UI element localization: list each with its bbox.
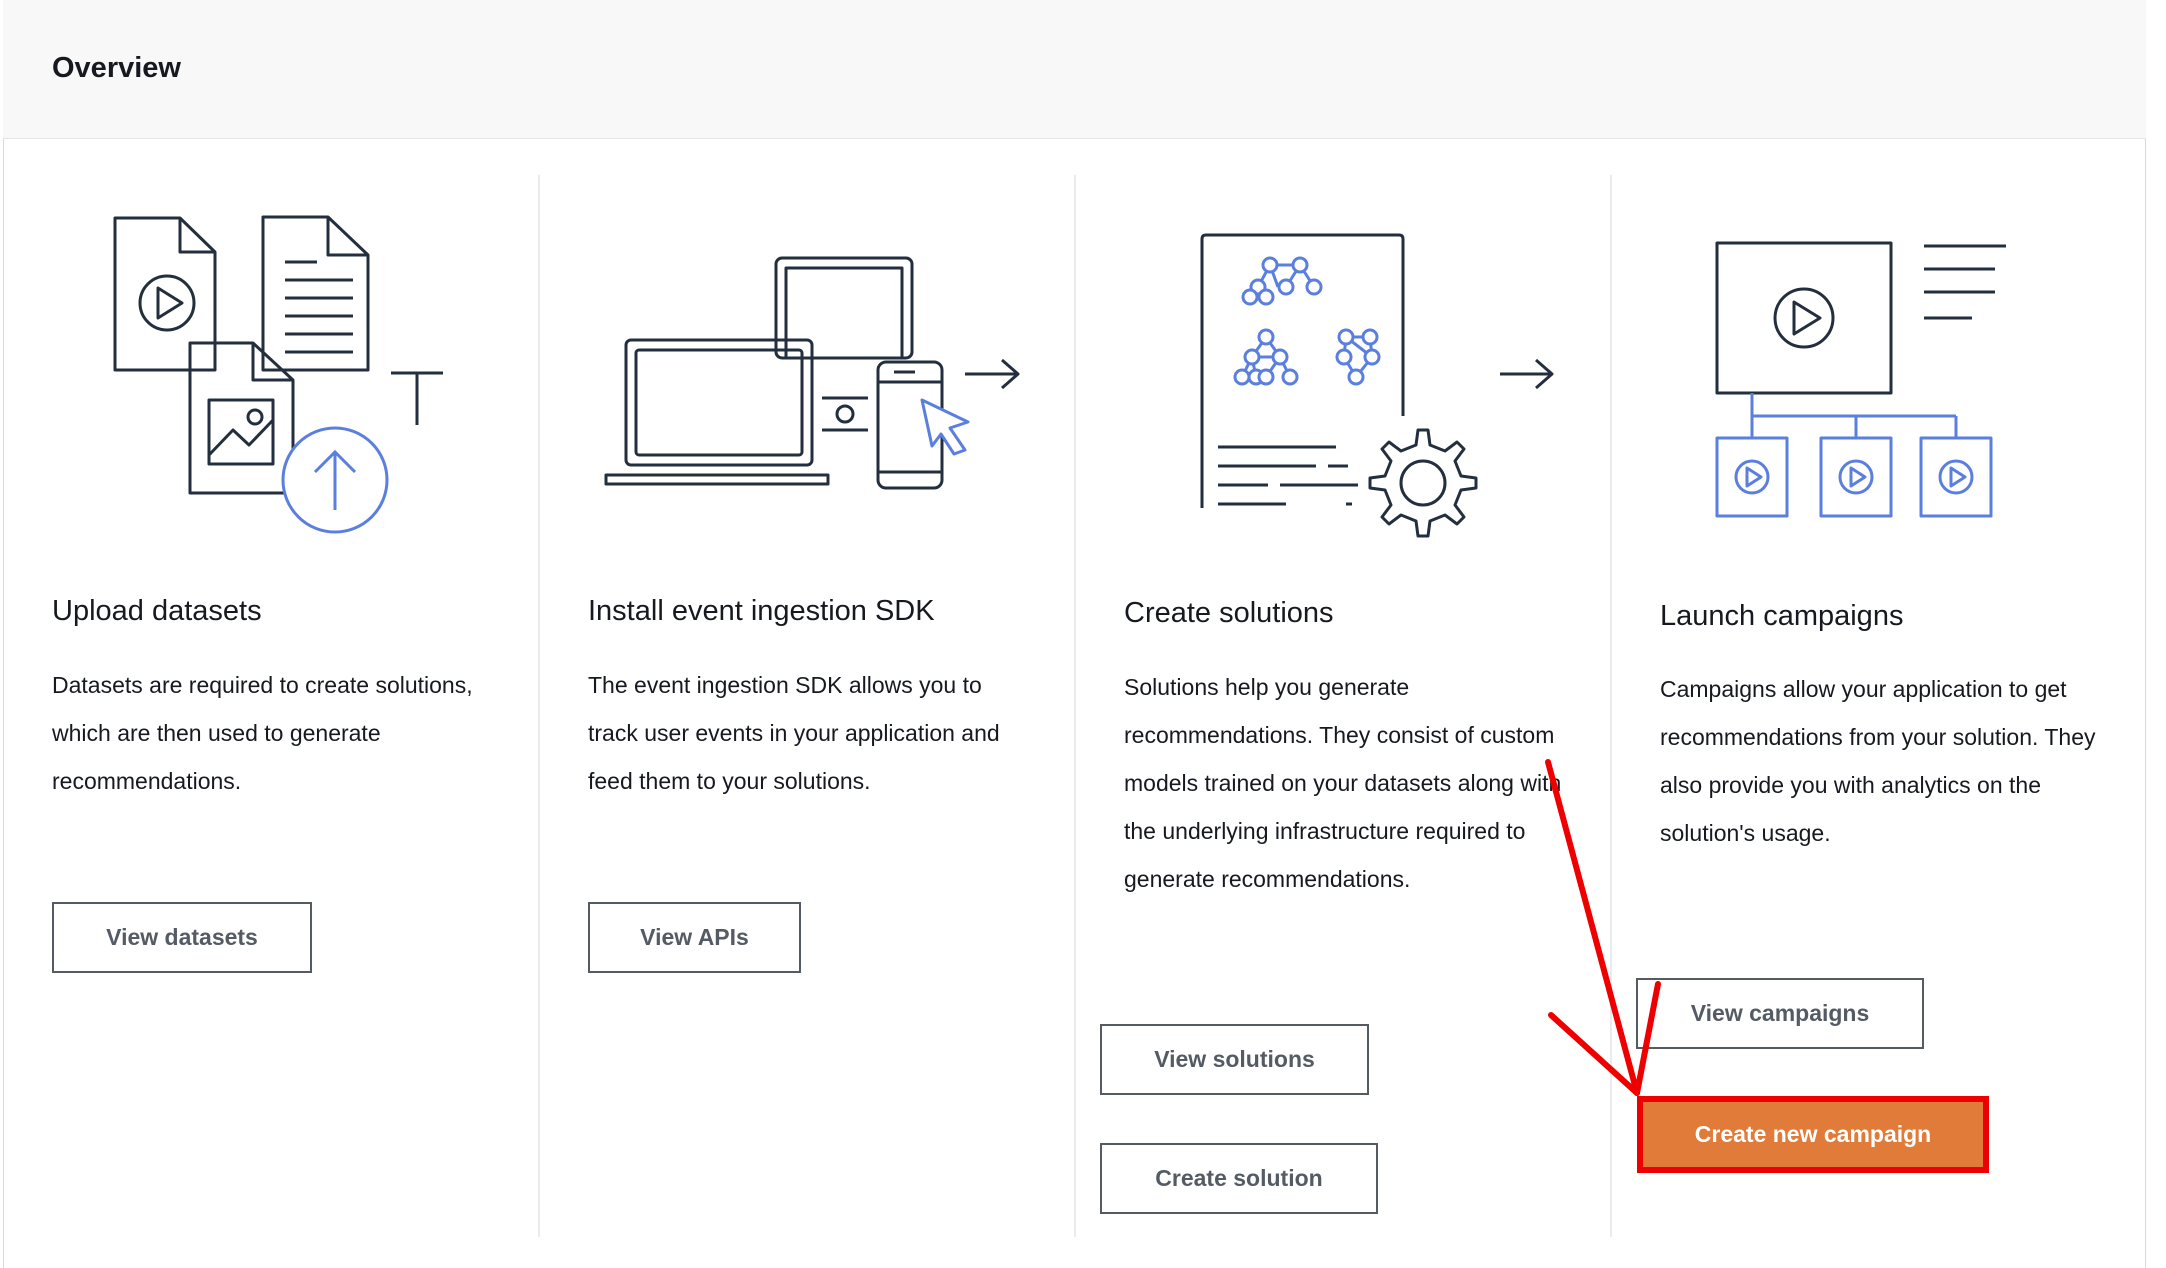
column-divider [1074,175,1076,1237]
card-title: Create solutions [1124,597,1334,629]
card-title: Install event ingestion SDK [588,595,935,627]
view-campaigns-button[interactable]: View campaigns [1636,978,1924,1049]
card-title: Launch campaigns [1660,600,1904,632]
overview-header: Overview [3,0,2146,139]
card-title: Upload datasets [52,595,262,627]
page-title: Overview [52,52,181,84]
create-solution-button[interactable]: Create solution [1100,1143,1378,1214]
view-apis-button[interactable]: View APIs [588,902,801,973]
view-solutions-button[interactable]: View solutions [1100,1024,1369,1095]
view-datasets-button[interactable]: View datasets [52,902,312,973]
card-description: Campaigns allow your application to get … [1660,676,2096,846]
create-solutions-icon [1200,233,1554,538]
card-description: Solutions help you generate recommendati… [1124,674,1562,892]
card-description: The event ingestion SDK allows you to tr… [588,672,1000,794]
install-sdk-icon [604,256,1020,490]
column-divider [1610,175,1612,1237]
column-divider [538,175,540,1237]
launch-campaigns-icon [1715,241,2006,518]
upload-datasets-icon [113,215,443,534]
card-description: Datasets are required to create solution… [52,672,473,794]
create-new-campaign-button[interactable]: Create new campaign [1637,1096,1989,1173]
